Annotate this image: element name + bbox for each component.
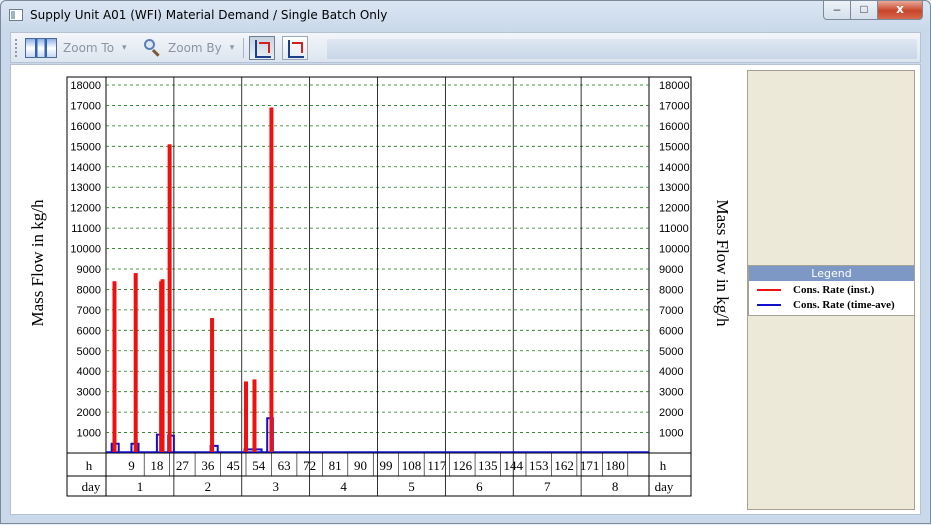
y-tick-label-left: 2000 — [77, 407, 101, 419]
day-row-label-right: day — [655, 479, 674, 494]
y-tick-label-left: 15000 — [70, 141, 101, 153]
y-tick-label-left: 13000 — [70, 182, 101, 194]
y-tick-label-right: 2000 — [659, 407, 683, 419]
y-tick-label-left: 6000 — [77, 325, 101, 337]
hour-tick-label: 126 — [453, 458, 473, 473]
app-window: Supply Unit A01 (WFI) Material Demand / … — [0, 0, 931, 524]
y-tick-label-right: 11000 — [659, 223, 689, 235]
day-label: 2 — [205, 479, 212, 494]
hour-tick-label: 27 — [176, 458, 190, 473]
inst-rate-bar — [112, 281, 117, 452]
hour-tick-label: 108 — [402, 458, 422, 473]
y-tick-label-left: 18000 — [70, 80, 101, 92]
hour-tick-label: 135 — [478, 458, 498, 473]
y-tick-label-right: 16000 — [659, 121, 690, 133]
y-tick-label-right: 13000 — [659, 182, 690, 194]
y-tick-label-left: 14000 — [70, 162, 101, 174]
day-label: 5 — [408, 479, 415, 494]
y-tick-label-left: 17000 — [70, 100, 101, 112]
legend-item-inst: Cons. Rate (inst.) — [749, 282, 914, 298]
day-label: 4 — [340, 479, 347, 494]
y-tick-label-right: 12000 — [659, 203, 690, 215]
legend-label-time-ave: Cons. Rate (time-ave) — [793, 299, 895, 311]
hour-tick-label: 162 — [554, 458, 574, 473]
hour-row-label-right: h — [660, 458, 667, 473]
y-tick-label-left: 3000 — [77, 387, 101, 399]
inst-rate-bar — [269, 107, 274, 452]
hour-tick-label: 9 — [128, 458, 135, 473]
y-tick-label-right: 10000 — [659, 244, 690, 256]
y-axis-label-right: Mass Flow in kg/h — [713, 199, 732, 327]
hour-tick-label: 117 — [427, 458, 447, 473]
legend-label-inst: Cons. Rate (inst.) — [793, 284, 875, 296]
day-label: 1 — [137, 479, 144, 494]
hour-tick-label: 99 — [379, 458, 392, 473]
inst-rate-bar — [160, 279, 165, 452]
day-label: 8 — [612, 479, 619, 494]
y-tick-label-left: 11000 — [71, 223, 101, 235]
y-tick-label-left: 12000 — [70, 203, 101, 215]
y-tick-label-right: 4000 — [659, 366, 683, 378]
y-tick-label-right: 9000 — [659, 264, 683, 276]
y-tick-label-right: 15000 — [659, 141, 690, 153]
hour-tick-label: 90 — [354, 458, 367, 473]
inst-rate-bar — [210, 318, 215, 452]
hour-tick-label: 153 — [529, 458, 549, 473]
y-tick-label-left: 8000 — [77, 284, 101, 296]
day-label: 7 — [544, 479, 551, 494]
hour-tick-label: 171 — [580, 458, 600, 473]
y-tick-label-right: 1000 — [659, 428, 683, 440]
y-tick-label-left: 10000 — [70, 244, 101, 256]
legend-item-time-ave: Cons. Rate (time-ave) — [749, 297, 914, 313]
y-tick-label-left: 4000 — [77, 366, 101, 378]
y-tick-label-right: 3000 — [659, 387, 683, 399]
legend-swatch-red — [757, 289, 781, 291]
y-tick-label-left: 7000 — [77, 305, 101, 317]
inst-rate-bar — [167, 144, 172, 453]
y-tick-label-right: 7000 — [659, 305, 683, 317]
hour-tick-label: 72 — [303, 458, 316, 473]
hour-tick-label: 36 — [201, 458, 215, 473]
legend-panel: Legend Cons. Rate (inst.) Cons. Rate (ti… — [747, 70, 915, 510]
hour-tick-label: 63 — [278, 458, 291, 473]
hour-tick-label: 18 — [150, 458, 163, 473]
legend-title: Legend — [749, 266, 914, 281]
hour-tick-label: 180 — [605, 458, 625, 473]
y-axis-label-left: Mass Flow in kg/h — [28, 199, 47, 327]
inst-rate-bar — [133, 273, 138, 452]
y-tick-label-left: 1000 — [77, 428, 101, 440]
legend-swatch-blue — [757, 304, 781, 306]
y-tick-label-right: 6000 — [659, 325, 683, 337]
legend: Legend Cons. Rate (inst.) Cons. Rate (ti… — [748, 265, 915, 316]
day-label: 6 — [476, 479, 483, 494]
hour-tick-label: 45 — [227, 458, 240, 473]
inst-rate-bar — [243, 381, 248, 452]
hour-tick-label: 144 — [504, 458, 524, 473]
y-tick-label-right: 17000 — [659, 100, 690, 112]
y-tick-label-left: 9000 — [77, 264, 101, 276]
y-tick-label-right: 8000 — [659, 284, 683, 296]
y-tick-label-left: 5000 — [77, 346, 101, 358]
y-tick-label-left: 16000 — [70, 121, 101, 133]
hour-tick-label: 54 — [252, 458, 266, 473]
y-tick-label-right: 5000 — [659, 346, 683, 358]
hour-row-label-left: h — [86, 458, 93, 473]
y-tick-label-right: 18000 — [659, 80, 690, 92]
hour-tick-label: 81 — [329, 458, 342, 473]
day-row-label-left: day — [82, 479, 101, 494]
inst-rate-bar — [252, 379, 257, 452]
day-label: 3 — [272, 479, 279, 494]
y-tick-label-right: 14000 — [659, 162, 690, 174]
